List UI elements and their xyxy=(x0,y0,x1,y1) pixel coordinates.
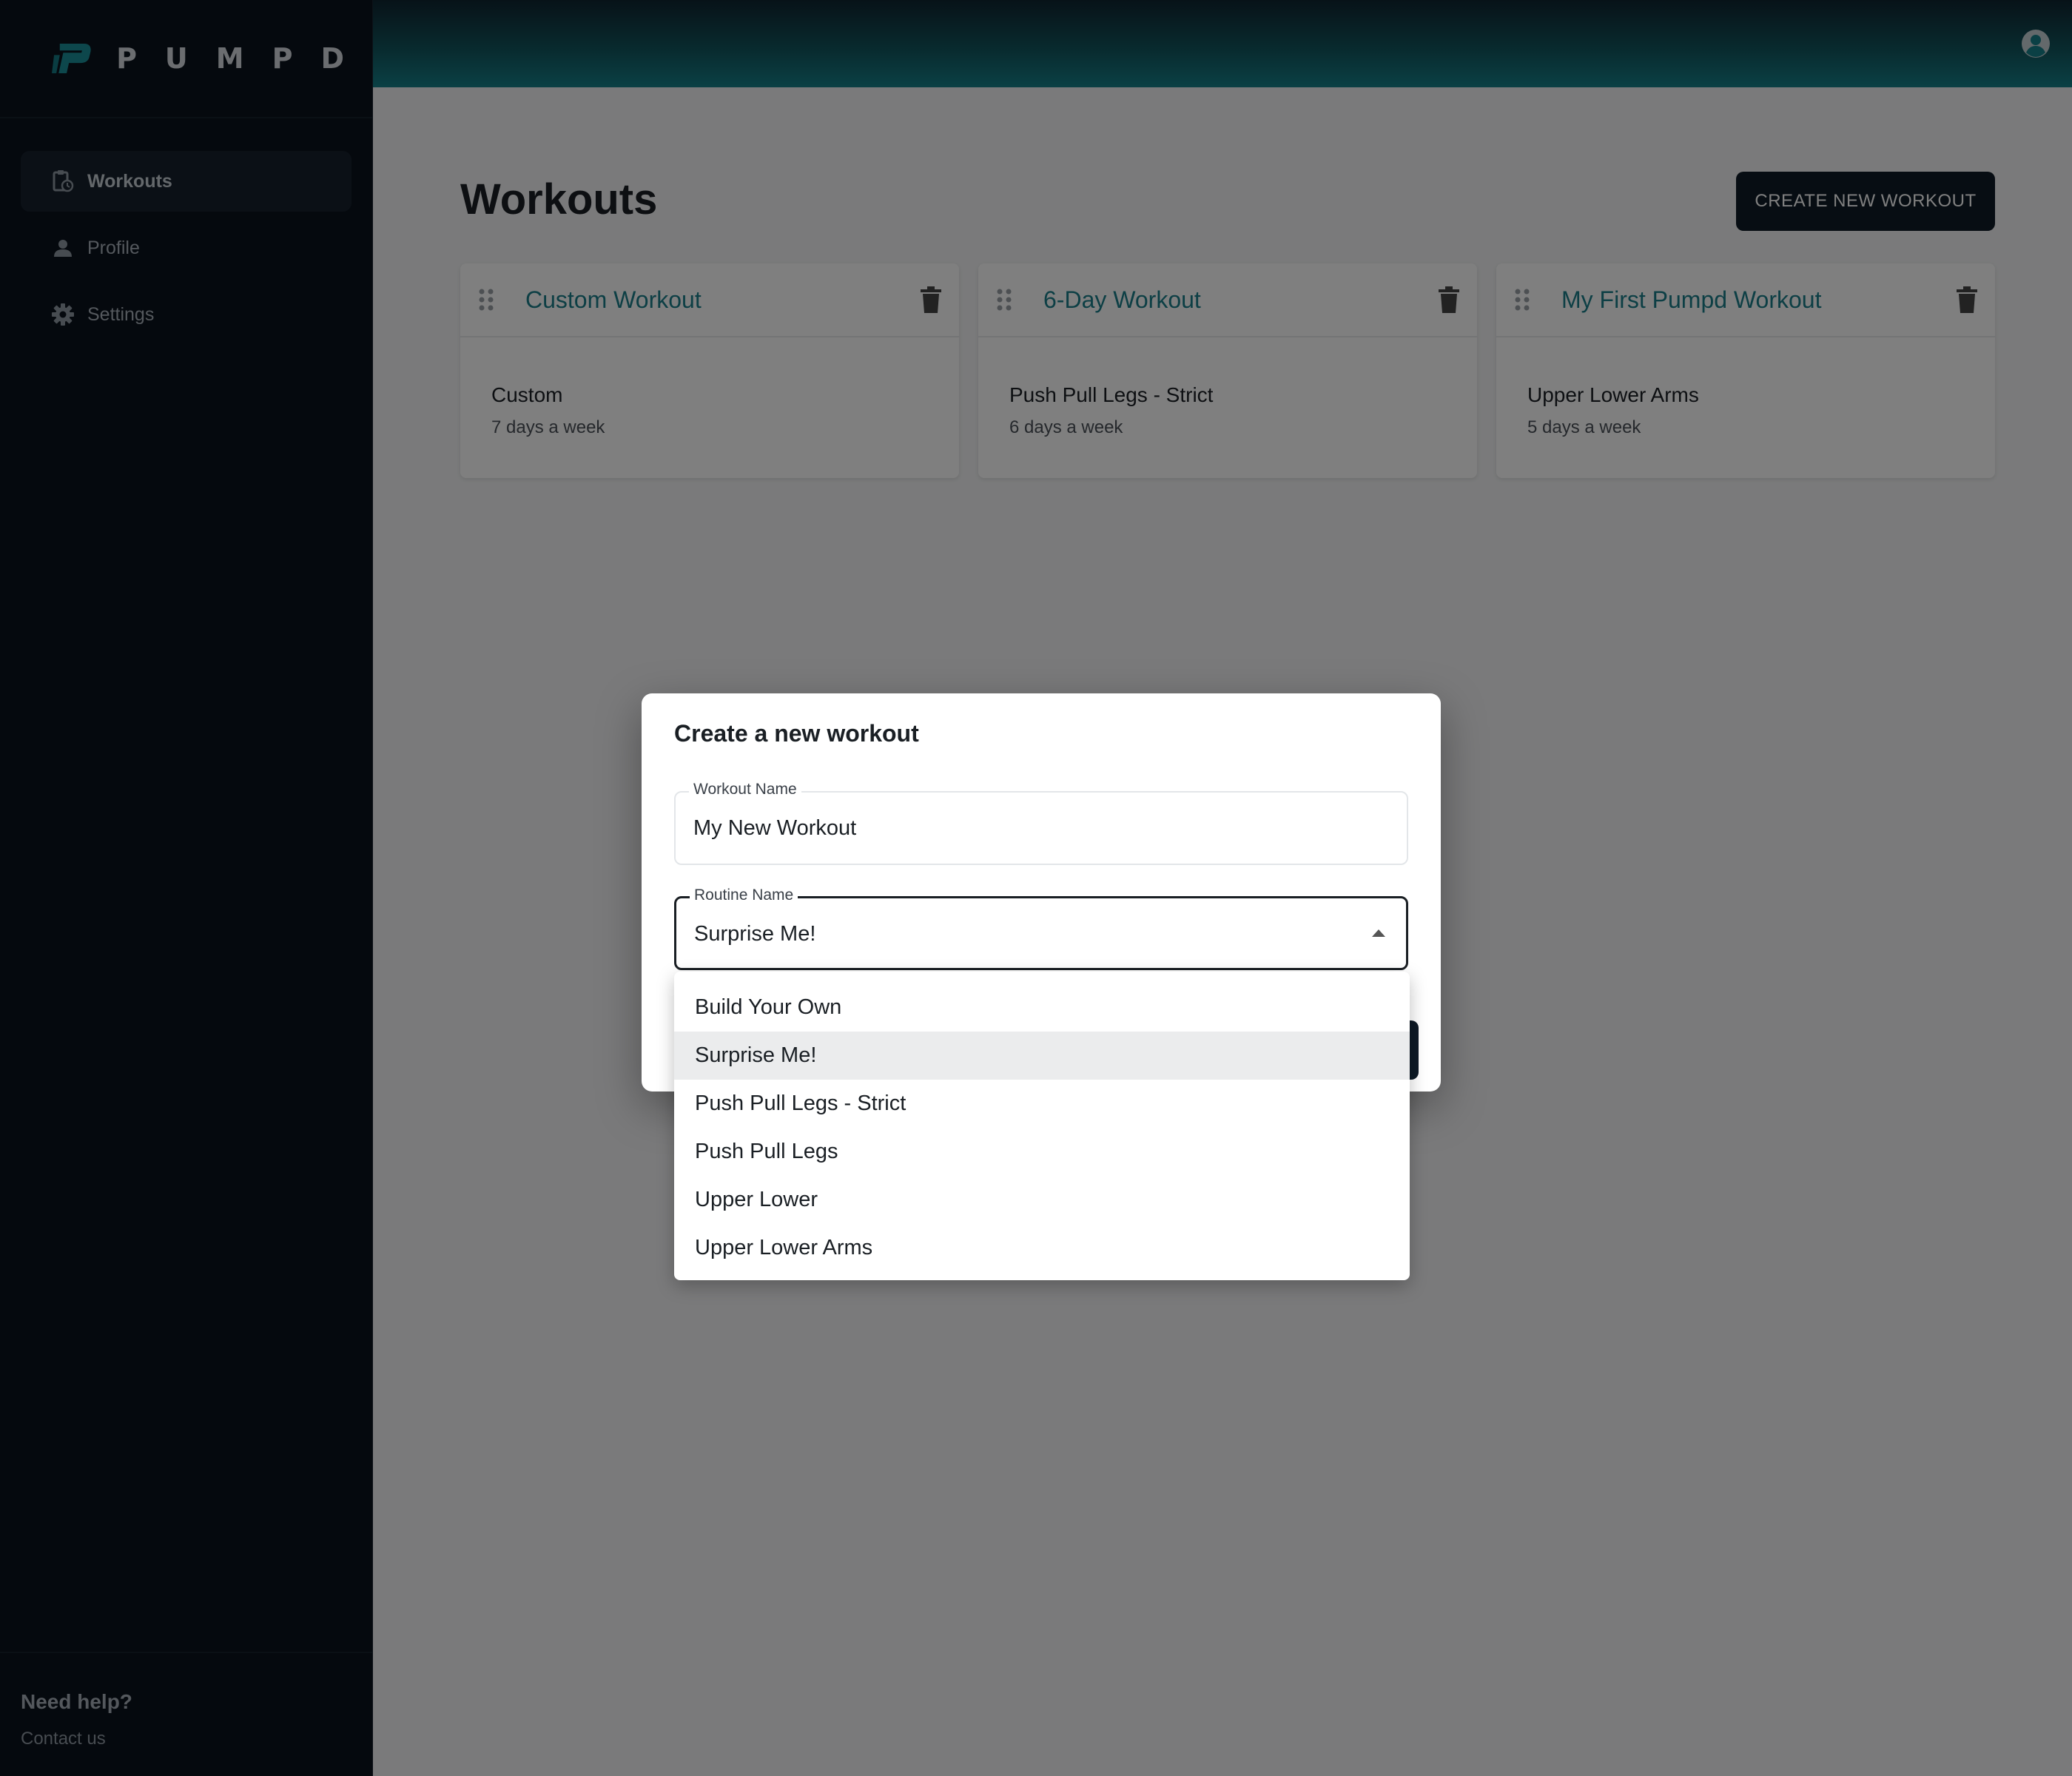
menu-item[interactable]: Push Pull Legs xyxy=(674,1128,1410,1176)
menu-item[interactable]: Push Pull Legs - Strict xyxy=(674,1080,1410,1128)
menu-item[interactable]: Upper Lower Arms xyxy=(674,1224,1410,1272)
routine-selected-value[interactable]: Surprise Me! xyxy=(694,922,815,946)
routine-dropdown-menu: Build Your Own Surprise Me! Push Pull Le… xyxy=(674,972,1410,1280)
routine-name-label: Routine Name xyxy=(690,887,798,904)
routine-name-select[interactable]: Routine Name Surprise Me! xyxy=(674,887,1408,970)
workout-name-input[interactable]: My New Workout xyxy=(693,816,856,841)
caret-up-icon[interactable] xyxy=(1372,929,1385,937)
menu-item[interactable]: Build Your Own xyxy=(674,983,1410,1032)
workout-name-field[interactable]: Workout Name My New Workout xyxy=(674,781,1408,865)
menu-item[interactable]: Upper Lower xyxy=(674,1176,1410,1224)
menu-item[interactable]: Surprise Me! xyxy=(674,1032,1410,1080)
workout-name-label: Workout Name xyxy=(689,781,801,798)
dialog-title: Create a new workout xyxy=(674,720,919,747)
